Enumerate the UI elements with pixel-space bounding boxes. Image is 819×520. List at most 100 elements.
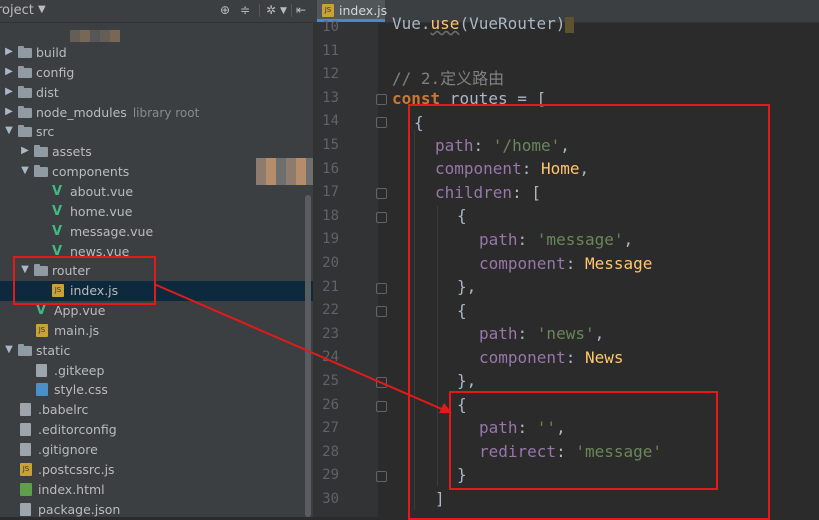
tree-item-label: .gitignore	[38, 442, 98, 457]
css-file-icon	[36, 383, 48, 397]
tree-item[interactable]: ▶ node_modules library root	[0, 103, 313, 123]
js-file-icon: JS	[36, 323, 48, 337]
line-number: 23	[322, 325, 339, 342]
line-number: 19	[322, 231, 339, 248]
gear-icon[interactable]: ✲	[266, 3, 276, 17]
fold-marker-icon[interactable]	[376, 306, 387, 318]
file-icon	[20, 502, 31, 516]
hide-icon[interactable]: ⇤	[296, 3, 306, 17]
fold-marker-icon[interactable]	[376, 117, 387, 129]
tree-item-label: .babelrc	[38, 402, 89, 418]
folder-icon	[18, 343, 32, 356]
line-number: 27	[322, 420, 339, 437]
line-number: 17	[322, 184, 339, 201]
tree-item-label: home.vue	[70, 203, 133, 219]
fold-marker-icon[interactable]	[376, 471, 387, 483]
sync-icon[interactable]: ⊕	[220, 3, 230, 17]
line-number: 18	[322, 207, 339, 224]
html-file-icon	[20, 482, 32, 496]
folder-icon	[18, 125, 32, 138]
chevron-down-icon[interactable]: ▼	[280, 6, 287, 16]
code-line-12: // 2.定义路由	[392, 69, 505, 88]
chevron-right-icon[interactable]: ▶	[4, 86, 14, 97]
line-number: 25	[322, 373, 339, 389]
tree-item[interactable]: ▶ build	[0, 43, 313, 63]
line-number: 26	[322, 396, 339, 413]
tree-item[interactable]: style.css	[0, 380, 313, 400]
line-number: 10	[322, 19, 339, 35]
tree-item[interactable]: ▼ static	[0, 341, 313, 361]
fold-marker-icon[interactable]	[376, 188, 387, 200]
tree-item[interactable]: JS .postcssrc.js	[0, 460, 313, 480]
tree-item-label: .gitkeep	[54, 362, 105, 378]
chevron-down-icon[interactable]: ▼	[20, 165, 30, 176]
tree-item-label: .postcssrc.js	[38, 461, 115, 477]
line-number: 20	[322, 255, 339, 271]
divider	[291, 4, 292, 17]
fold-marker-icon[interactable]	[376, 211, 387, 223]
tree-item-label: about.vue	[70, 183, 134, 199]
divider	[259, 4, 260, 17]
tree-item-label: node_modules library root	[36, 104, 200, 120]
tree-item-label: package.json	[38, 501, 121, 517]
tree-item-label: index.html	[38, 481, 105, 497]
blurred-project-name	[70, 30, 120, 42]
vue-file-icon: V	[52, 223, 63, 239]
tab-label: index.js	[339, 3, 388, 18]
collapse-icon[interactable]: ≑	[240, 3, 250, 17]
line-number: 29	[322, 467, 339, 484]
tree-item[interactable]: ▶ config	[0, 63, 313, 83]
fold-marker-icon[interactable]	[376, 282, 387, 294]
folder-icon	[34, 165, 48, 178]
line-number: 22	[322, 302, 339, 319]
tree-item[interactable]: JS main.js	[0, 321, 313, 341]
vue-file-icon: V	[52, 203, 63, 219]
project-panel-title[interactable]: roject	[0, 3, 34, 18]
tree-item[interactable]: ▼ src	[0, 122, 313, 142]
tree-item[interactable]: ▶ dist	[0, 83, 313, 103]
folder-icon	[34, 145, 48, 158]
line-number: 30	[322, 491, 339, 507]
chevron-right-icon[interactable]: ▶	[4, 46, 14, 57]
tree-item-label: main.js	[54, 322, 100, 338]
tree-item[interactable]: .editorconfig	[0, 420, 313, 440]
folder-icon	[18, 46, 32, 58]
line-number: 16	[322, 160, 339, 177]
annotation-box-router	[13, 256, 156, 305]
tree-item[interactable]: index.html	[0, 480, 313, 500]
project-scrollbar[interactable]	[305, 195, 311, 517]
tree-item[interactable]: package.json	[0, 500, 313, 517]
line-number: 24	[322, 349, 339, 366]
tree-item-label: App.vue	[54, 303, 106, 319]
annotation-box-redirect	[449, 391, 718, 490]
tree-item[interactable]: Vhome.vue	[0, 202, 313, 222]
vue-file-icon: V	[52, 183, 63, 199]
js-file-icon: JS	[20, 462, 32, 476]
chevron-down-icon[interactable]: ▼	[4, 344, 14, 355]
tree-item-label: config	[36, 64, 75, 80]
fold-marker-icon[interactable]	[376, 377, 387, 388]
chevron-right-icon[interactable]: ▶	[4, 106, 14, 117]
chevron-right-icon[interactable]: ▶	[4, 66, 14, 77]
js-file-icon: JS	[322, 4, 334, 17]
line-number: 13	[322, 89, 339, 106]
tree-item-label: assets	[52, 144, 92, 160]
tree-item[interactable]: Vmessage.vue	[0, 222, 313, 242]
tree-item-label: components	[52, 164, 130, 180]
file-icon	[20, 443, 31, 456]
tree-item[interactable]: .gitignore	[0, 440, 313, 460]
tree-item[interactable]: .babelrc	[0, 400, 313, 420]
chevron-down-icon[interactable]: ▼	[4, 125, 14, 136]
fold-marker-icon[interactable]	[376, 400, 387, 412]
chevron-right-icon[interactable]: ▶	[20, 145, 30, 156]
line-number: 15	[322, 137, 339, 153]
file-icon	[20, 423, 31, 437]
tree-item-label: message.vue	[70, 223, 154, 239]
line-number: 12	[322, 66, 339, 83]
line-number: 21	[322, 278, 339, 295]
tree-item[interactable]: .gitkeep	[0, 361, 313, 381]
chevron-down-icon[interactable]: ▼	[38, 4, 46, 15]
file-icon	[20, 403, 31, 417]
fold-marker-icon[interactable]	[376, 93, 387, 105]
file-icon	[36, 363, 47, 377]
